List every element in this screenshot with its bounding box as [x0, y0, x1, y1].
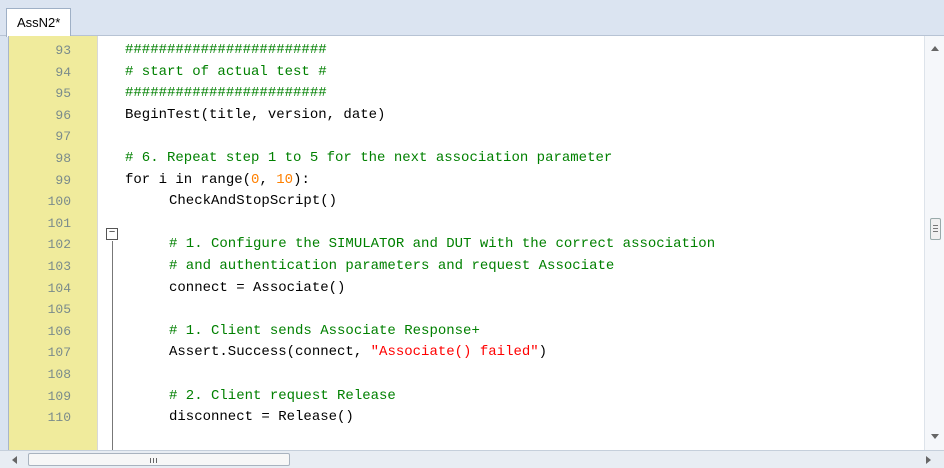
code-token: ) — [538, 344, 548, 361]
code-line[interactable]: 106 # 1. Client sends Associate Response+ — [9, 321, 933, 343]
code-token: ): — [293, 171, 310, 188]
code-text: # 1. Client sends Associate Response+ — [169, 321, 480, 343]
code-line[interactable]: 98 # 6. Repeat step 1 to 5 for the next a… — [9, 148, 933, 170]
code-text: # 6. Repeat step 1 to 5 for the next ass… — [125, 148, 612, 170]
code-line[interactable]: 109 # 2. Client request Release — [9, 386, 933, 408]
code-text: connect = Associate() — [169, 278, 345, 300]
code-line[interactable]: 110 disconnect = Release() — [9, 407, 933, 429]
line-number: 94 — [55, 64, 71, 80]
minus-box-icon[interactable]: − — [106, 228, 118, 240]
code-token: , — [259, 171, 277, 188]
code-line[interactable]: 100 CheckAndStopScript() — [9, 191, 933, 213]
code-text: Assert.Success(connect, "Associate() fai… — [169, 342, 547, 364]
code-token: # and authentication parameters and requ… — [169, 257, 615, 274]
code-text: CheckAndStopScript() — [169, 191, 337, 213]
code-token: ######################## — [125, 42, 327, 58]
horizontal-scroll-thumb[interactable] — [28, 453, 290, 466]
scroll-right-arrow-icon[interactable] — [926, 456, 931, 464]
tab-strip: AssN2* — [0, 0, 944, 37]
code-text: for i in range(0, 10): — [125, 170, 310, 192]
code-token: # start of actual test # — [125, 63, 327, 80]
code-line[interactable]: 104 connect = Associate() — [9, 278, 933, 300]
code-line[interactable]: 95 ######################## — [9, 83, 933, 105]
code-token: # 2. Client request Release — [169, 387, 396, 404]
fold-guide-line — [112, 241, 113, 450]
line-number: 99 — [55, 172, 71, 188]
line-number: 103 — [47, 258, 71, 274]
code-token: # 1. Client sends Associate Response+ — [169, 322, 480, 339]
code-text: disconnect = Release() — [169, 407, 354, 429]
code-line[interactable]: 97 — [9, 126, 933, 148]
line-number: 98 — [55, 150, 71, 166]
code-text: ######################## — [125, 83, 327, 105]
line-number: 107 — [47, 345, 71, 361]
code-editor[interactable]: 93 ######################## 94 # start of a… — [8, 36, 944, 450]
scroll-up-arrow-icon[interactable] — [931, 46, 939, 51]
code-line[interactable]: 102 # 1. Configure the SIMULATOR and DUT … — [9, 234, 933, 256]
code-token: disconnect = Release() — [169, 409, 354, 426]
code-line[interactable]: 103 # and authentication parameters and r… — [9, 256, 933, 278]
code-line[interactable]: 108 — [9, 364, 933, 386]
scroll-left-arrow-icon[interactable] — [12, 456, 17, 464]
line-number: 102 — [47, 237, 71, 253]
line-number: 95 — [55, 86, 71, 102]
code-line[interactable]: 105 — [9, 299, 933, 321]
code-text: # 2. Client request Release — [169, 386, 396, 408]
code-text: # and authentication parameters and requ… — [169, 256, 614, 278]
line-number: 96 — [55, 107, 71, 123]
code-token: Assert.Success(connect, — [169, 344, 371, 361]
line-number: 104 — [47, 280, 71, 296]
code-line[interactable]: 94 # start of actual test # — [9, 62, 933, 84]
code-text: BeginTest(title, version, date) — [125, 105, 385, 127]
code-line[interactable]: 107 Assert.Success(connect, "Associate() … — [9, 342, 933, 364]
horizontal-scrollbar[interactable] — [0, 450, 944, 468]
code-token: BeginTest(title, version, date) — [125, 106, 386, 123]
code-line[interactable]: 96 BeginTest(title, version, date) — [9, 105, 933, 127]
line-number: 101 — [47, 215, 71, 231]
line-number: 100 — [47, 194, 71, 210]
code-token: connect = Associate() — [169, 279, 346, 296]
line-number: 106 — [47, 323, 71, 339]
line-number: 97 — [55, 129, 71, 145]
vertical-scrollbar[interactable] — [924, 36, 944, 450]
vertical-scroll-thumb[interactable] — [930, 218, 941, 240]
code-text: # 1. Configure the SIMULATOR and DUT wit… — [169, 234, 715, 256]
code-line[interactable]: 99 for i in range(0, 10): — [9, 170, 933, 192]
code-token: # 1. Configure the SIMULATOR and DUT wit… — [169, 236, 716, 253]
code-lines: 93 ######################## 94 # start of a… — [9, 40, 933, 429]
grip-icon — [150, 458, 151, 463]
line-number: 109 — [47, 388, 71, 404]
code-line[interactable]: 101 — [9, 213, 933, 235]
code-token: # 6. Repeat step 1 to 5 for the next ass… — [125, 149, 613, 166]
line-number: 93 — [55, 43, 71, 58]
line-number: 108 — [47, 366, 71, 382]
tab-assn2[interactable]: AssN2* — [6, 8, 72, 37]
code-token: for i in range( — [125, 171, 252, 188]
code-text: # start of actual test # — [125, 62, 327, 84]
scroll-down-arrow-icon[interactable] — [931, 434, 939, 439]
line-number: 110 — [47, 410, 71, 426]
code-line[interactable]: 93 ######################## — [9, 40, 933, 62]
code-token: ######################## — [125, 85, 327, 102]
line-number: 105 — [47, 302, 71, 318]
code-text: ######################## — [125, 40, 327, 62]
code-token: "Associate() failed" — [370, 344, 539, 361]
grip-icon — [933, 225, 938, 226]
code-token: CheckAndStopScript() — [169, 193, 338, 210]
code-token: 10 — [276, 171, 294, 188]
